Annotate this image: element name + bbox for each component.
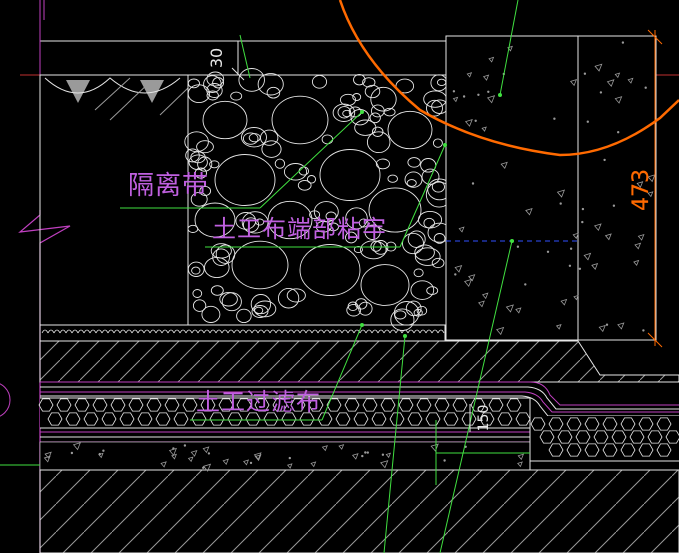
leader-dot-1 [360,110,364,114]
leader-dot-6 [498,93,502,97]
dimension-150-label: 150 [476,405,492,432]
dimension-473-label: 473 [629,169,654,211]
dimension-top-label: 30 [207,48,226,68]
label-geotextile-end-bond: 土工布端部粘牢 [212,215,387,243]
leader-dot-5 [510,239,514,243]
label-geotextile-filter: 土工过滤布 [196,388,321,416]
leader-dot-3 [360,323,364,327]
leader-dot-4 [403,334,407,338]
label-isolation-strip: 隔离带 [128,171,209,201]
leader-dot-2 [443,143,447,147]
honeycomb-band-right [530,416,679,461]
cad-drawing-canvas: 473 150 30 隔离带 土工布端部粘牢 土工过滤布 [0,0,679,553]
concrete-block-right [445,35,657,341]
cobblestone-block [184,68,453,331]
